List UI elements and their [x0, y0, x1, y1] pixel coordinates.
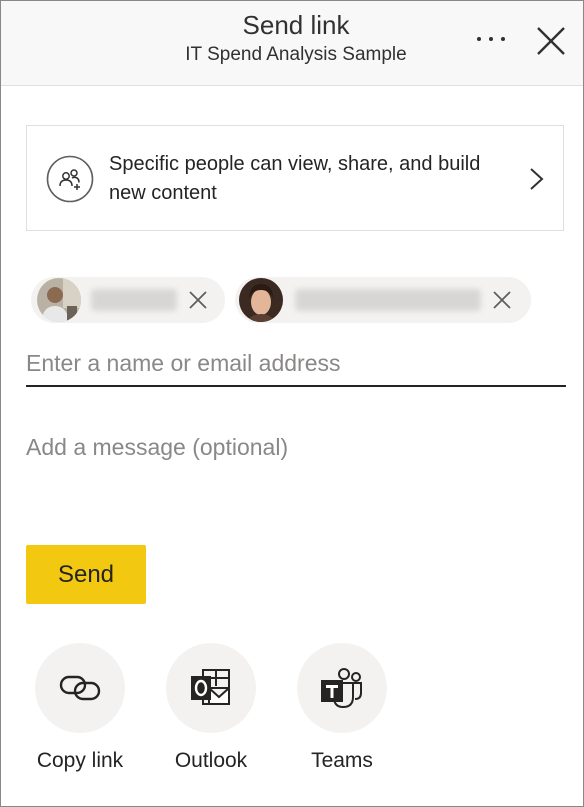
recipient-search-input[interactable] — [26, 341, 566, 387]
outlook-label: Outlook — [174, 749, 248, 772]
remove-recipient-button[interactable] — [489, 287, 515, 313]
outlook-icon — [191, 669, 230, 705]
recipient-name-redacted — [295, 289, 481, 311]
close-icon — [189, 291, 207, 309]
permission-settings-button[interactable]: Specific people can view, share, and bui… — [26, 125, 564, 231]
close-button[interactable] — [529, 19, 573, 63]
outlook-button[interactable]: Outlook — [151, 643, 271, 783]
more-horizontal-icon — [477, 37, 505, 41]
recipient-name-redacted — [91, 289, 177, 311]
teams-label: Teams — [311, 749, 373, 772]
link-icon — [59, 675, 101, 701]
recipient-chip — [235, 277, 531, 323]
teams-icon — [321, 668, 362, 709]
remove-recipient-button[interactable] — [185, 287, 211, 313]
teams-button[interactable]: Teams — [282, 643, 402, 783]
send-link-dialog: Send link IT Spend Analysis Sample Speci… — [0, 0, 584, 807]
copy-link-label: Copy link — [36, 749, 124, 772]
chevron-right-icon — [530, 168, 544, 190]
close-icon — [537, 27, 565, 55]
recipient-chip — [31, 277, 225, 323]
permission-description: Specific people can view, share, and bui… — [109, 153, 481, 204]
close-icon — [493, 291, 511, 309]
avatar — [239, 278, 283, 322]
more-options-button[interactable] — [469, 21, 513, 57]
message-input[interactable] — [26, 433, 566, 513]
copy-link-button[interactable]: Copy link — [20, 643, 140, 783]
dialog-header: Send link IT Spend Analysis Sample — [1, 1, 583, 86]
people-icon — [46, 155, 94, 203]
avatar — [37, 278, 81, 322]
send-button[interactable]: Send — [26, 545, 146, 604]
